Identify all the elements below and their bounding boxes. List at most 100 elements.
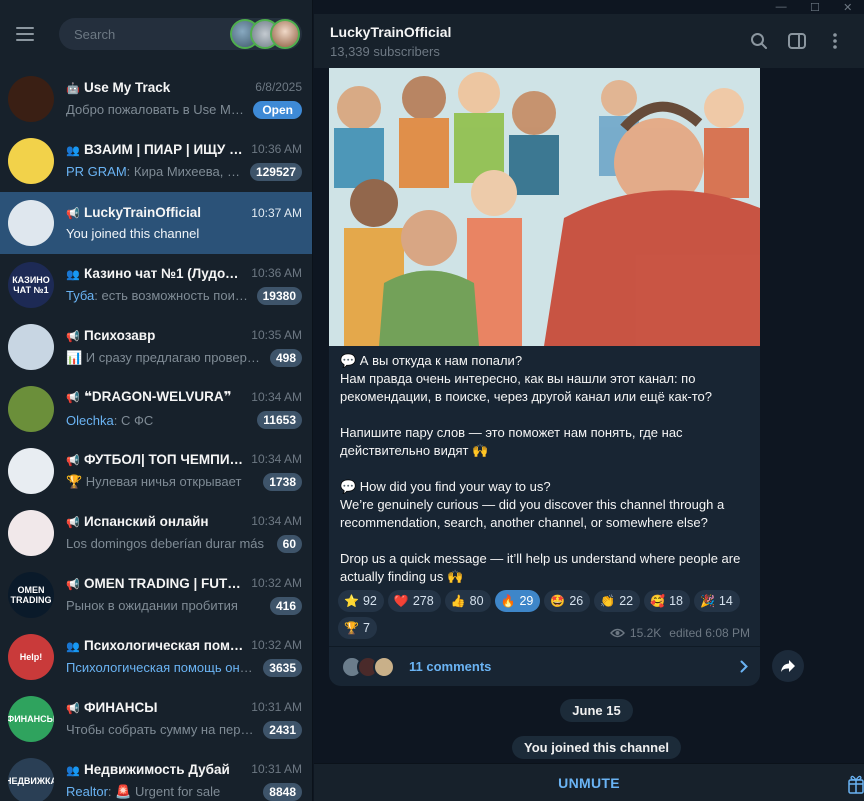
avatar-text: ФИНАНСЫ	[8, 714, 54, 724]
preview-text: 📊 И сразу предлагаю проверить	[66, 349, 264, 365]
search-icon[interactable]	[746, 28, 772, 54]
chat-name-text: LuckyTrainOfficial	[84, 205, 202, 220]
chat-name: 📢 Психозавр	[66, 328, 245, 343]
chat-item[interactable]: 📢 Испанский онлайн 10:34 AM Los domingos de…	[0, 502, 312, 564]
chat-top-row: 📢 ФИНАНСЫ 10:31 AM	[66, 700, 302, 715]
share-button[interactable]	[772, 650, 804, 682]
chat-avatar	[8, 448, 54, 494]
reaction-emoji: 🏆	[344, 621, 359, 635]
chat-item[interactable]: Help! 👥 Психологическая помощь 10:32 AM Псих…	[0, 626, 312, 688]
chat-item[interactable]: 👥ВЗАИМ | ПИАР | ИЩУ СПОНСОРА10:36 AMPR G…	[0, 130, 312, 192]
story-avatar[interactable]	[270, 19, 300, 49]
commenter-avatar	[373, 655, 395, 678]
reaction-count: 14	[718, 594, 733, 608]
reaction-emoji: ❤️	[393, 594, 409, 608]
chat-name-text: Use My Track	[84, 79, 171, 95]
chat-top-row: 👥 Психологическая помощь 10:32 AM	[66, 638, 302, 653]
menu-icon[interactable]	[16, 27, 34, 41]
reaction-button[interactable]: ⭐ 92	[338, 590, 384, 612]
chat-time: 10:31 AM	[251, 700, 302, 714]
chat-name-text: ❝DRAGON-WELVURA❞	[84, 389, 232, 404]
views-icon	[609, 628, 625, 638]
reaction-emoji: 🔥	[500, 594, 516, 608]
gift-icon[interactable]	[848, 772, 864, 794]
chat-info: 🤖 Use My Track 6/8/2025 Добро пожаловать в …	[66, 80, 302, 119]
avatar-text: Help!	[19, 652, 43, 662]
reaction-count: 92	[362, 594, 377, 608]
chat-preview: PR GRAM: Кира Михеева, что...	[66, 164, 244, 179]
chat-item[interactable]: 📢 LuckyTrainOfficial 10:37 AM You joined th…	[0, 192, 312, 254]
post-paragraph: Drop us a quick message — it’ll help us …	[340, 551, 741, 584]
edited-time: edited 6:08 PM	[669, 626, 750, 640]
reaction-button[interactable]: 🏆 7	[338, 617, 377, 639]
unmute-button[interactable]: UNMUTE	[558, 775, 620, 791]
chat-avatar: Help!	[8, 634, 54, 680]
unread-badge: 11653	[257, 411, 302, 429]
chat-title-block[interactable]: LuckyTrainOfficial 13,339 subscribers	[330, 24, 734, 59]
chat-time: 10:34 AM	[251, 514, 302, 528]
chat-item[interactable]: 📢 ❝DRAGON-WELVURA❞ 10:34 AM Olechka: С ФС 11…	[0, 378, 312, 440]
subscriber-count: 13,339 subscribers	[330, 43, 440, 59]
open-app-button[interactable]: Open	[253, 100, 302, 119]
chat-info: 📢 Психозавр 10:35 AM 📊 И сразу предлагаю пр…	[66, 328, 302, 367]
reaction-button[interactable]: 🎉 14	[693, 590, 740, 612]
channel-icon: 📢	[66, 392, 80, 404]
preview-text: You joined this channel	[66, 226, 200, 241]
chat-top-row: 📢 Испанский онлайн 10:34 AM	[66, 514, 302, 529]
preview-text: С ФС	[120, 412, 154, 428]
reaction-count: 7	[362, 621, 370, 635]
chat-bottom-row: PR GRAM: Кира Михеева, что... 129527	[66, 157, 302, 181]
stories-strip[interactable]	[230, 19, 300, 49]
chat-item[interactable]: 📢ФУТБОЛ| ТОП ЧЕМПИОНАТЫ10:34 AM🏆 Нулевая…	[0, 440, 312, 502]
minimize-icon[interactable]: —	[776, 1, 787, 13]
chat-item[interactable]: 📢 Психозавр 10:35 AM 📊 И сразу предлагаю пр…	[0, 316, 312, 378]
preview-sender: Realtor	[66, 783, 108, 799]
chat-bottom-row: You joined this channel	[66, 220, 302, 241]
chat-preview: Olechka: С ФС	[66, 412, 154, 428]
preview-text: 🏆 Нулевая ничья открывает	[66, 473, 242, 489]
chat-info: 📢 ФИНАНСЫ 10:31 AM Чтобы собрать сумму на п…	[66, 700, 302, 739]
bot-icon: 🤖	[66, 82, 80, 95]
sidebar-toggle-icon[interactable]	[784, 28, 810, 54]
chat-avatar	[8, 324, 54, 370]
chat-item[interactable]: ФИНАНСЫ 📢 ФИНАНСЫ 10:31 AM Чтобы собрать сум…	[0, 688, 312, 750]
comments-label: 11 comments	[409, 659, 492, 674]
reaction-button[interactable]: 🥰 18	[644, 590, 690, 612]
chat-item[interactable]: НЕДВИЖКА👥Недвижимость Дубай10:31 AMRealt…	[0, 750, 312, 801]
maximize-icon[interactable]: ☐	[810, 1, 820, 14]
reaction-emoji: 🤩	[550, 594, 566, 608]
channel-icon: 📢	[66, 578, 80, 591]
comments-button[interactable]: 11 comments	[329, 646, 760, 686]
chat-avatar	[8, 200, 54, 246]
chat-item[interactable]: 🤖 Use My Track 6/8/2025 Добро пожаловать в …	[0, 68, 312, 130]
chat-item[interactable]: OMEN TRADING 📢 OMEN TRADING | FUTURES 10:32…	[0, 564, 312, 626]
view-count: 15.2K	[629, 626, 662, 640]
post-image[interactable]	[329, 68, 760, 346]
chat-name-text: ФИНАНСЫ	[84, 699, 158, 715]
reaction-button[interactable]: 🔥 29	[494, 590, 541, 612]
reaction-count: 22	[619, 594, 634, 608]
reaction-button[interactable]: ❤️ 278	[387, 590, 441, 612]
reaction-button[interactable]: 👏 22	[594, 590, 641, 612]
chat-item[interactable]: КАЗИНО ЧАТ №1 👥 Казино чат №1 (Лудоманы) 10…	[0, 254, 312, 316]
preview-text: 🚨 Urgent for sale	[115, 783, 221, 799]
reaction-button[interactable]: 👍 80	[444, 590, 491, 612]
reaction-button[interactable]: 🤩 26	[544, 590, 591, 612]
chat-info: 📢 ❝DRAGON-WELVURA❞ 10:34 AM Olechka: С ФС 11…	[66, 389, 302, 429]
chat-top-row: 👥 Казино чат №1 (Лудоманы) 10:36 AM	[66, 266, 302, 281]
chat-name-text: ФУТБОЛ| ТОП ЧЕМПИОНАТЫ	[84, 451, 245, 467]
chat-time: 10:35 AM	[251, 328, 302, 342]
close-icon[interactable]: ✕	[843, 1, 852, 14]
more-options-icon[interactable]	[822, 28, 848, 54]
chat-name-text: Казино чат №1 (Лудоманы)	[84, 265, 245, 281]
search-input[interactable]	[74, 26, 224, 42]
reaction-emoji: ⭐	[344, 594, 359, 608]
search-box[interactable]	[59, 18, 302, 50]
chat-name-text: ВЗАИМ | ПИАР | ИЩУ СПОНСОРА	[84, 141, 245, 157]
chat-info: 👥 Психологическая помощь 10:32 AM Психологи…	[66, 638, 302, 677]
chat-title: LuckyTrainOfficial	[330, 23, 452, 40]
group-icon: 👥	[66, 640, 80, 653]
chat-top-row: 📢 ❝DRAGON-WELVURA❞ 10:34 AM	[66, 389, 302, 405]
chat-avatar	[8, 386, 54, 432]
channel-icon: 📢	[66, 330, 80, 343]
